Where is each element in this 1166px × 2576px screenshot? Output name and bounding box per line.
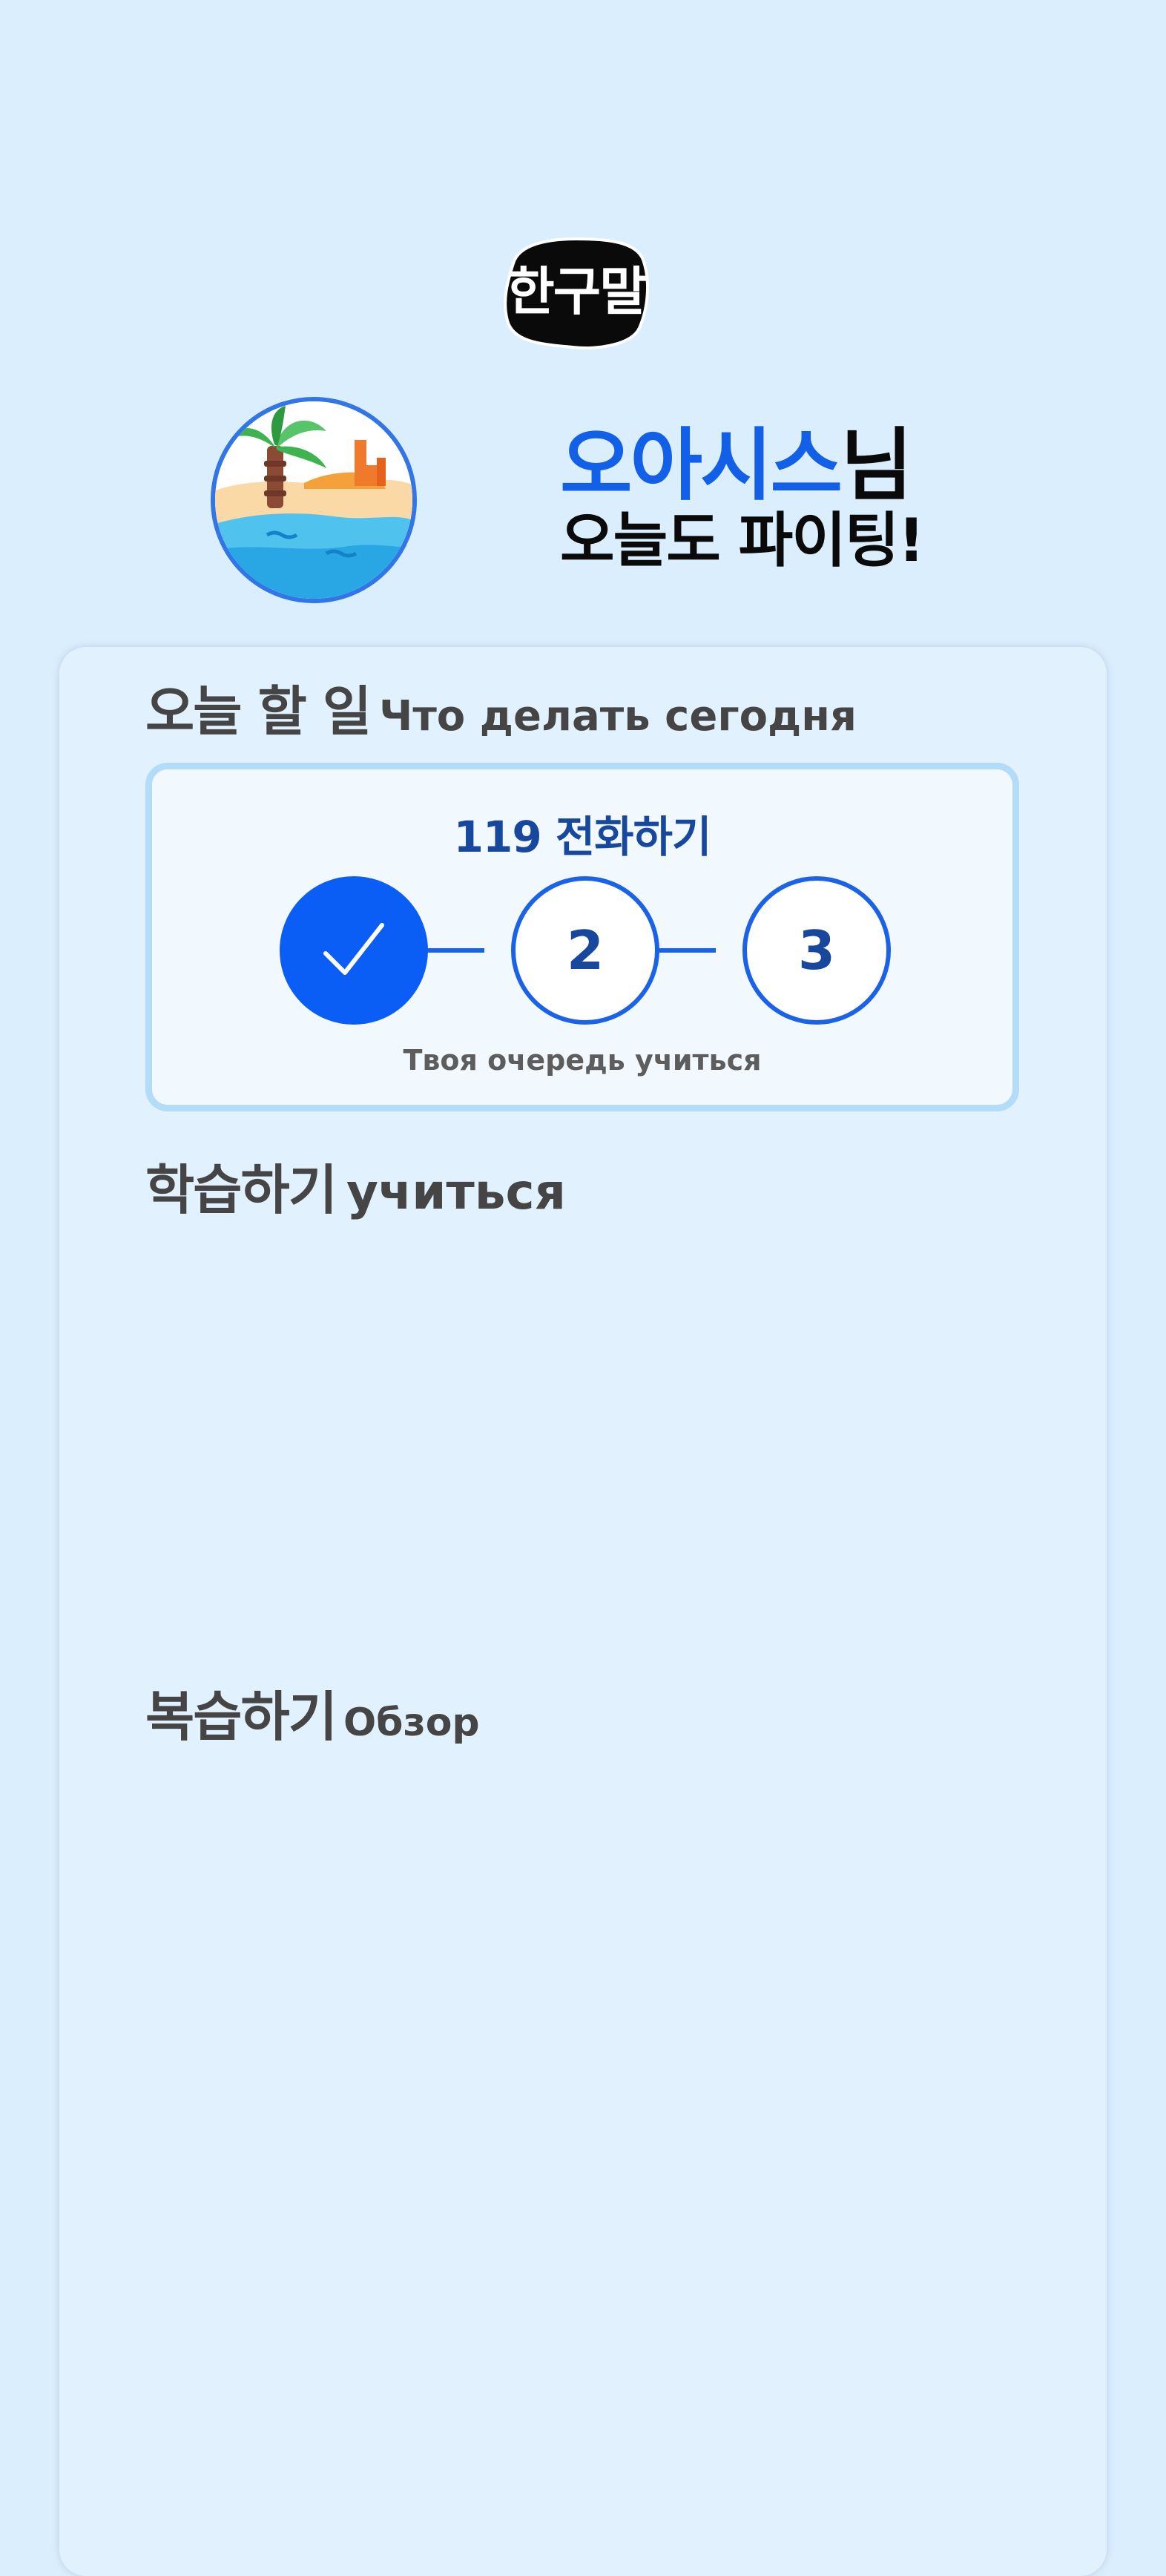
greeting-name-line: 오아시스님 [560, 424, 923, 507]
user-name: 오아시스 [560, 420, 843, 511]
study-section-title: 학습하기 учиться [145, 1146, 566, 1224]
today-task-card[interactable]: 119 전화하기 2 3 Твоя очередь учиться [145, 763, 1019, 1111]
step-3[interactable]: 3 [742, 876, 891, 1025]
review-section-title: 복습하기 Обзор [145, 1673, 480, 1751]
profile-avatar[interactable] [211, 397, 417, 603]
honorific: 님 [840, 420, 913, 511]
task-hint: Твоя очередь учиться [403, 1044, 762, 1077]
greeting: 오아시스님 오늘도 파이팅! [560, 424, 925, 576]
cheer-message: 오늘도 파이팅! [560, 506, 925, 576]
today-section-title: 오늘 할 일 Что делать сегодня [145, 668, 857, 746]
step-progress: 2 3 [152, 876, 1012, 1025]
task-name: 119 전화하기 [453, 812, 712, 862]
review-title-ko: 복습하기 [145, 1686, 337, 1748]
check-icon [323, 923, 384, 975]
study-title-ru: учиться [346, 1163, 567, 1220]
review-title-ru: Обзор [343, 1701, 480, 1745]
step-1-done[interactable] [280, 876, 428, 1025]
study-title-ko: 학습하기 [145, 1159, 337, 1221]
today-title-ko: 오늘 할 일 [145, 680, 372, 743]
today-title-ru: Что делать сегодня [379, 692, 857, 740]
app-logo: 한구말 [491, 223, 662, 356]
step-2[interactable]: 2 [511, 876, 659, 1025]
beach-oasis-icon [215, 401, 412, 599]
logo-text: 한구말 [507, 260, 647, 322]
